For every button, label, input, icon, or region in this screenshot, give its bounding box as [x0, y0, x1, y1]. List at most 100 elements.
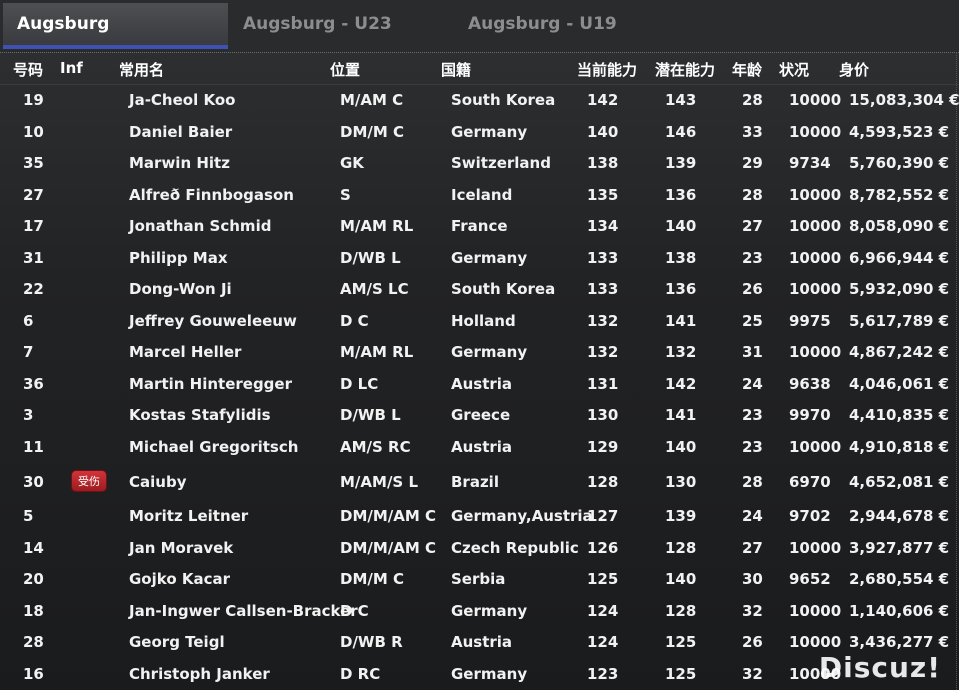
cell-age: 26 — [742, 280, 763, 298]
cell-current-ability: 124 — [587, 601, 619, 620]
cell-position: D/WB R — [340, 633, 403, 651]
cell-current-ability: 140 — [587, 122, 619, 141]
cell-condition: 10000 — [789, 538, 842, 557]
player-table: 19 Ja-Cheol Koo M/AM C South Korea 142 143 28 1… — [0, 85, 959, 690]
header-current-ability[interactable]: 当前能力 — [577, 59, 637, 80]
cell-name: Jan Moravek — [129, 538, 234, 557]
header-position[interactable]: 位置 — [330, 59, 360, 80]
cell-potential-ability: 125 — [665, 664, 697, 683]
table-row[interactable]: 28 Georg Teigl D/WB R Austria 124 125 26 10000 3… — [0, 627, 959, 659]
cell-current-ability: 126 — [587, 538, 619, 557]
cell-potential-ability: 130 — [665, 473, 697, 491]
table-row[interactable]: 19 Ja-Cheol Koo M/AM C South Korea 142 143 28 1… — [0, 85, 959, 117]
cell-position: D/WB L — [340, 406, 401, 424]
cell-age: 26 — [742, 633, 763, 651]
tab-augsburg-u23[interactable]: Augsburg - U23 — [243, 3, 392, 49]
cell-number: 17 — [23, 217, 44, 235]
cell-age: 29 — [742, 154, 763, 172]
cell-condition: 10000 — [789, 601, 842, 620]
tab-augsburg[interactable]: Augsburg — [3, 3, 228, 49]
table-row[interactable]: 14 Jan Moravek DM/M/AM C Czech Republic 126 1… — [0, 533, 959, 565]
cell-number: 22 — [23, 280, 44, 298]
cell-nationality: Holland — [451, 311, 516, 330]
header-age[interactable]: 年龄 — [732, 59, 762, 80]
cell-value: 5,617,789 € — [849, 311, 950, 330]
cell-nationality: Serbia — [451, 570, 506, 588]
table-row[interactable]: 5 Moritz Leitner DM/M/AM C Germany,Austria 1… — [0, 501, 959, 533]
cell-age: 32 — [742, 601, 763, 620]
cell-nationality: Czech Republic — [451, 538, 579, 557]
header-number[interactable]: 号码 — [13, 59, 43, 80]
cell-age: 32 — [742, 664, 763, 683]
table-row[interactable]: 36 Martin Hinteregger D LC Austria 131 142 24 9… — [0, 369, 959, 401]
cell-potential-ability: 128 — [665, 601, 697, 620]
cell-potential-ability: 140 — [665, 570, 697, 588]
cell-potential-ability: 136 — [665, 280, 697, 298]
squad-view: Augsburg Augsburg - U23 Augsburg - U19 号… — [0, 0, 959, 690]
cell-name: Dong-Won Ji — [129, 280, 232, 298]
cell-potential-ability: 136 — [665, 185, 697, 204]
table-row[interactable]: 18 Jan-Ingwer Callsen-Bracker D C Germany 12… — [0, 596, 959, 628]
cell-value: 5,932,090 € — [849, 280, 950, 298]
cell-nationality: Germany — [451, 601, 528, 620]
cell-number: 36 — [23, 374, 44, 393]
cell-value: 4,046,061 € — [849, 374, 950, 393]
cell-nationality: Brazil — [451, 473, 499, 491]
cell-current-ability: 134 — [587, 217, 619, 235]
cell-age: 31 — [742, 343, 763, 361]
table-row[interactable]: 6 Jeffrey Gouweleeuw D C Holland 132 141 25 997… — [0, 306, 959, 338]
cell-nationality: Iceland — [451, 185, 513, 204]
cell-nationality: Germany — [451, 664, 528, 683]
cell-value: 8,058,090 € — [849, 217, 950, 235]
table-row[interactable]: 10 Daniel Baier DM/M C Germany 140 146 33 10000… — [0, 117, 959, 149]
cell-nationality: Germany — [451, 248, 528, 267]
header-value[interactable]: 身价 — [839, 59, 869, 80]
header-inf[interactable]: Inf — [60, 59, 83, 77]
cell-condition: 9652 — [789, 570, 831, 588]
cell-age: 24 — [742, 374, 763, 393]
table-row[interactable]: 30 Caiuby M/AM/S L Brazil 128 130 28 6970 4,652,… — [0, 463, 959, 501]
table-row[interactable]: 7 Marcel Heller M/AM RL Germany 132 132 31 1000… — [0, 337, 959, 369]
header-name[interactable]: 常用名 — [119, 59, 164, 80]
cell-number: 10 — [23, 122, 44, 141]
table-row[interactable]: 31 Philipp Max D/WB L Germany 133 138 23 10000 6… — [0, 243, 959, 275]
cell-current-ability: 132 — [587, 343, 619, 361]
cell-current-ability: 124 — [587, 633, 619, 651]
cell-name: Jonathan Schmid — [129, 217, 272, 235]
cell-position: DM/M/AM C — [340, 538, 437, 557]
table-row[interactable]: 11 Michael Gregoritsch AM/S RC Austria 129 14… — [0, 432, 959, 464]
table-row[interactable]: 22 Dong-Won Ji AM/S LC South Korea 133 136 26 1… — [0, 274, 959, 306]
cell-number: 18 — [23, 601, 44, 620]
table-row[interactable]: 20 Gojko Kacar DM/M C Serbia 125 140 30 9652 2,6… — [0, 564, 959, 596]
cell-current-ability: 130 — [587, 406, 619, 424]
cell-position: D C — [340, 601, 369, 620]
cell-name: Gojko Kacar — [129, 570, 231, 588]
cell-potential-ability: 132 — [665, 343, 697, 361]
table-row[interactable]: 16 Christoph Janker D RC Germany 123 125 32 100… — [0, 659, 959, 690]
cell-position: AM/S RC — [340, 437, 411, 456]
cell-position: GK — [340, 154, 364, 172]
cell-condition: 9975 — [789, 311, 831, 330]
cell-value: 3,927,877 € — [849, 538, 950, 557]
table-row[interactable]: 35 Marwin Hitz GK Switzerland 138 139 29 9734 5,… — [0, 148, 959, 180]
cell-number: 20 — [23, 570, 44, 588]
cell-value: 4,867,242 € — [849, 343, 950, 361]
header-nationality[interactable]: 国籍 — [441, 59, 471, 80]
cell-potential-ability: 143 — [665, 91, 697, 109]
table-row[interactable]: 17 Jonathan Schmid M/AM RL France 134 140 27 10… — [0, 211, 959, 243]
cell-age: 33 — [742, 122, 763, 141]
cell-nationality: Germany — [451, 343, 528, 361]
cell-potential-ability: 128 — [665, 538, 697, 557]
cell-name: Moritz Leitner — [129, 507, 249, 525]
header-potential-ability[interactable]: 潜在能力 — [655, 59, 715, 80]
cell-nationality: Germany — [451, 122, 528, 141]
cell-nationality: Germany,Austria — [451, 507, 593, 525]
table-row[interactable]: 3 Kostas Stafylidis D/WB L Greece 130 141 23 99… — [0, 400, 959, 432]
tab-augsburg-u19[interactable]: Augsburg - U19 — [468, 3, 617, 49]
table-row[interactable]: 27 Alfreð Finnbogason S Iceland 135 136 28 1000… — [0, 180, 959, 212]
header-condition[interactable]: 状况 — [779, 59, 809, 80]
cell-current-ability: 123 — [587, 664, 619, 683]
cell-position: DM/M C — [340, 570, 405, 588]
cell-condition: 9702 — [789, 507, 831, 525]
cell-position: M/AM RL — [340, 217, 414, 235]
